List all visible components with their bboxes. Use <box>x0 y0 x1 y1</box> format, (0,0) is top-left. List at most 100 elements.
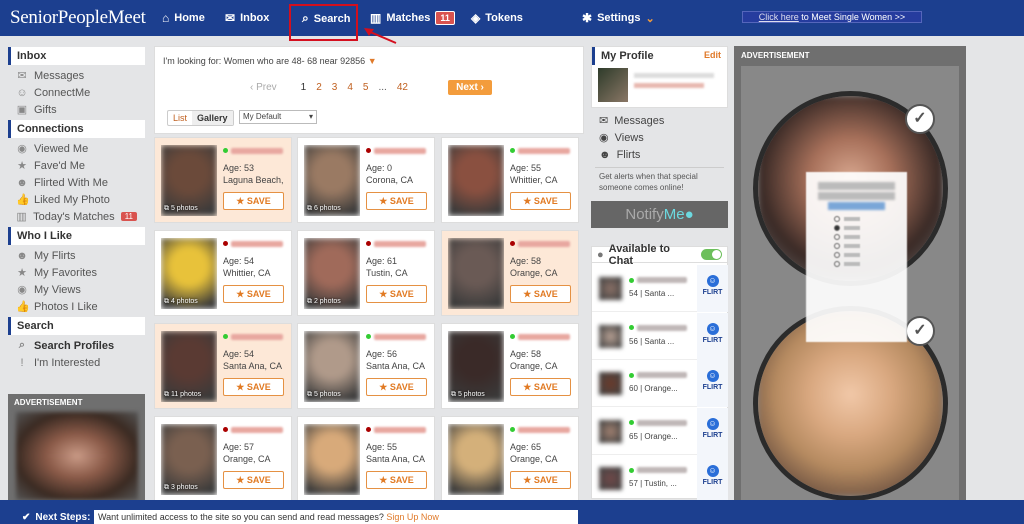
page-5-link[interactable]: 5 <box>363 82 369 93</box>
page-4-link[interactable]: 4 <box>347 82 353 93</box>
profile-card[interactable]: ⧉ 4 photos Age: 54 Whittier, CA ★ SAVE <box>154 230 292 316</box>
sort-dropdown[interactable]: My Default ▾ <box>239 110 317 124</box>
profile-name[interactable] <box>366 146 426 155</box>
chat-row[interactable]: 56 | Santa ... ☺ FLIRT <box>592 312 728 360</box>
sidebar-item-connectme[interactable]: ☺ ConnectMe <box>8 84 145 101</box>
profile-link-flirts[interactable]: ☻ Flirts <box>599 146 720 163</box>
chat-row[interactable]: 65 | Orange... ☺ FLIRT <box>592 407 728 455</box>
profile-name[interactable] <box>366 332 426 341</box>
nav-matches[interactable]: ▥ Matches 11 <box>370 11 455 25</box>
left-advertisement[interactable]: ADVERTISEMENT <box>8 394 145 500</box>
save-profile-button[interactable]: ★ SAVE <box>366 285 427 303</box>
profile-card[interactable]: ⧉ 5 photos Age: 53 Laguna Beach, CA ★ SAVE <box>154 137 292 223</box>
chat-row[interactable]: 60 | Orange... ☺ FLIRT <box>592 360 728 407</box>
sidebar-item-search-profiles[interactable]: ⌕ Search Profiles <box>8 337 145 354</box>
profile-name[interactable] <box>223 425 283 434</box>
save-profile-button[interactable]: ★ SAVE <box>223 192 284 210</box>
save-profile-button[interactable]: ★ SAVE <box>510 285 571 303</box>
chat-row[interactable]: 54 | Santa ... ☺ FLIRT <box>592 265 728 312</box>
flirt-button[interactable]: ☺ FLIRT <box>697 360 728 407</box>
chat-name[interactable] <box>629 372 687 378</box>
profile-name[interactable] <box>223 146 283 155</box>
save-profile-button[interactable]: ★ SAVE <box>366 471 427 489</box>
profile-name[interactable] <box>223 332 283 341</box>
save-profile-button[interactable]: ★ SAVE <box>366 192 427 210</box>
gallery-view-button[interactable]: Gallery <box>192 111 233 125</box>
chat-avatar[interactable] <box>599 277 622 300</box>
page-42-link[interactable]: 42 <box>397 82 408 93</box>
avatar[interactable] <box>598 68 628 102</box>
profile-photo[interactable]: ⧉ 6 photos <box>304 145 360 216</box>
save-profile-button[interactable]: ★ SAVE <box>510 192 571 210</box>
chat-name[interactable] <box>629 467 687 473</box>
sidebar-item-im-interested[interactable]: ! I'm Interested <box>8 354 145 371</box>
chat-row[interactable]: 57 | Tustin, ... ☺ FLIRT <box>592 455 728 502</box>
profile-photo[interactable]: ⧉ 3 photos <box>161 424 217 495</box>
next-page-button[interactable]: Next › <box>448 80 492 95</box>
save-profile-button[interactable]: ★ SAVE <box>510 471 571 489</box>
sidebar-item-viewed-me[interactable]: ◉ Viewed Me <box>8 140 145 157</box>
profile-link-views[interactable]: ◉ Views <box>599 129 720 146</box>
chat-avatar[interactable] <box>599 372 622 395</box>
list-view-button[interactable]: List <box>168 111 192 125</box>
profile-name[interactable] <box>510 146 570 155</box>
sidebar-item-my-flirts[interactable]: ☻ My Flirts <box>8 247 145 264</box>
profile-photo[interactable]: ⧉ 5 photos <box>161 145 217 216</box>
nav-inbox[interactable]: ✉ Inbox <box>225 11 269 25</box>
site-logo[interactable]: SeniorPeopleMeet <box>10 7 146 29</box>
profile-name[interactable] <box>366 239 426 248</box>
nav-home[interactable]: ⌂ Home <box>162 11 205 25</box>
sign-up-now-link[interactable]: Sign Up Now <box>386 512 439 522</box>
profile-name[interactable] <box>510 425 570 434</box>
nav-settings[interactable]: ✱ Settings ⌄ <box>582 11 655 25</box>
sidebar-item-my-favorites[interactable]: ★ My Favorites <box>8 264 145 281</box>
chat-name[interactable] <box>629 324 687 331</box>
sidebar-item-faved-me[interactable]: ★ Fave'd Me <box>8 157 145 174</box>
sidebar-item-liked-my-photo[interactable]: 👍 Liked My Photo <box>8 191 145 208</box>
save-profile-button[interactable]: ★ SAVE <box>223 471 284 489</box>
chat-avatar[interactable] <box>599 419 622 443</box>
profile-name[interactable] <box>223 239 283 248</box>
looking-for-filter[interactable]: I'm looking for: Women who are 48- 68 ne… <box>163 56 377 66</box>
sidebar-item-photos-i-like[interactable]: 👍 Photos I Like <box>8 298 145 315</box>
page-1-link[interactable]: 1 <box>301 82 307 93</box>
chat-name[interactable] <box>629 419 687 426</box>
sidebar-item-todays-matches[interactable]: ▥ Today's Matches 11 <box>8 208 145 225</box>
sidebar-item-flirted-with-me[interactable]: ☻ Flirted With Me <box>8 174 145 191</box>
profile-card[interactable]: ⧉ 5 photos Age: 56 Santa Ana, CA ★ SAVE <box>297 323 435 409</box>
sidebar-item-gifts[interactable]: ▣ Gifts <box>8 101 145 118</box>
sidebar-item-my-views[interactable]: ◉ My Views <box>8 281 145 298</box>
profile-photo[interactable] <box>448 145 504 216</box>
profile-card[interactable]: ⧉ 3 photos Age: 57 Orange, CA ★ SAVE <box>154 416 292 502</box>
prev-page-link[interactable]: ‹ Prev <box>250 82 277 93</box>
flirt-button[interactable]: ☺ FLIRT <box>697 265 728 312</box>
profile-photo[interactable] <box>304 424 360 495</box>
profile-card[interactable]: ⧉ 5 photos Age: 58 Orange, CA ★ SAVE <box>441 323 579 409</box>
save-profile-button[interactable]: ★ SAVE <box>510 378 571 396</box>
profile-photo[interactable] <box>448 238 504 309</box>
profile-card[interactable]: Age: 58 Orange, CA ★ SAVE <box>441 230 579 316</box>
nav-tokens[interactable]: ◈ Tokens <box>471 11 523 25</box>
profile-card[interactable]: ⧉ 6 photos Age: 0 Corona, CA ★ SAVE <box>297 137 435 223</box>
page-3-link[interactable]: 3 <box>332 82 338 93</box>
right-advertisement[interactable]: ADVERTISEMENT ✓ ✓ <box>734 46 966 501</box>
profile-card[interactable]: Age: 65 Orange, CA ★ SAVE <box>441 416 579 502</box>
chat-avatar[interactable] <box>599 324 622 348</box>
profile-name[interactable] <box>510 239 570 248</box>
profile-card[interactable]: Age: 55 Santa Ana, CA ★ SAVE <box>297 416 435 502</box>
profile-photo[interactable]: ⧉ 5 photos <box>304 331 360 402</box>
save-profile-button[interactable]: ★ SAVE <box>223 378 284 396</box>
chat-availability-toggle[interactable] <box>700 249 722 260</box>
profile-photo[interactable]: ⧉ 2 photos <box>304 238 360 309</box>
profile-photo[interactable]: ⧉ 5 photos <box>448 331 504 402</box>
profile-photo[interactable] <box>448 424 504 495</box>
chat-name[interactable] <box>629 277 687 283</box>
flirt-button[interactable]: ☺ FLIRT <box>697 407 728 455</box>
promo-link[interactable]: Click here <box>759 12 799 22</box>
notify-me-banner[interactable]: NotifyMe● <box>591 201 728 228</box>
chat-avatar[interactable] <box>599 467 622 490</box>
save-profile-button[interactable]: ★ SAVE <box>223 285 284 303</box>
profile-link-messages[interactable]: ✉ Messages <box>599 112 720 129</box>
profile-photo[interactable]: ⧉ 4 photos <box>161 238 217 309</box>
profile-photo[interactable]: ⧉ 11 photos <box>161 331 217 402</box>
